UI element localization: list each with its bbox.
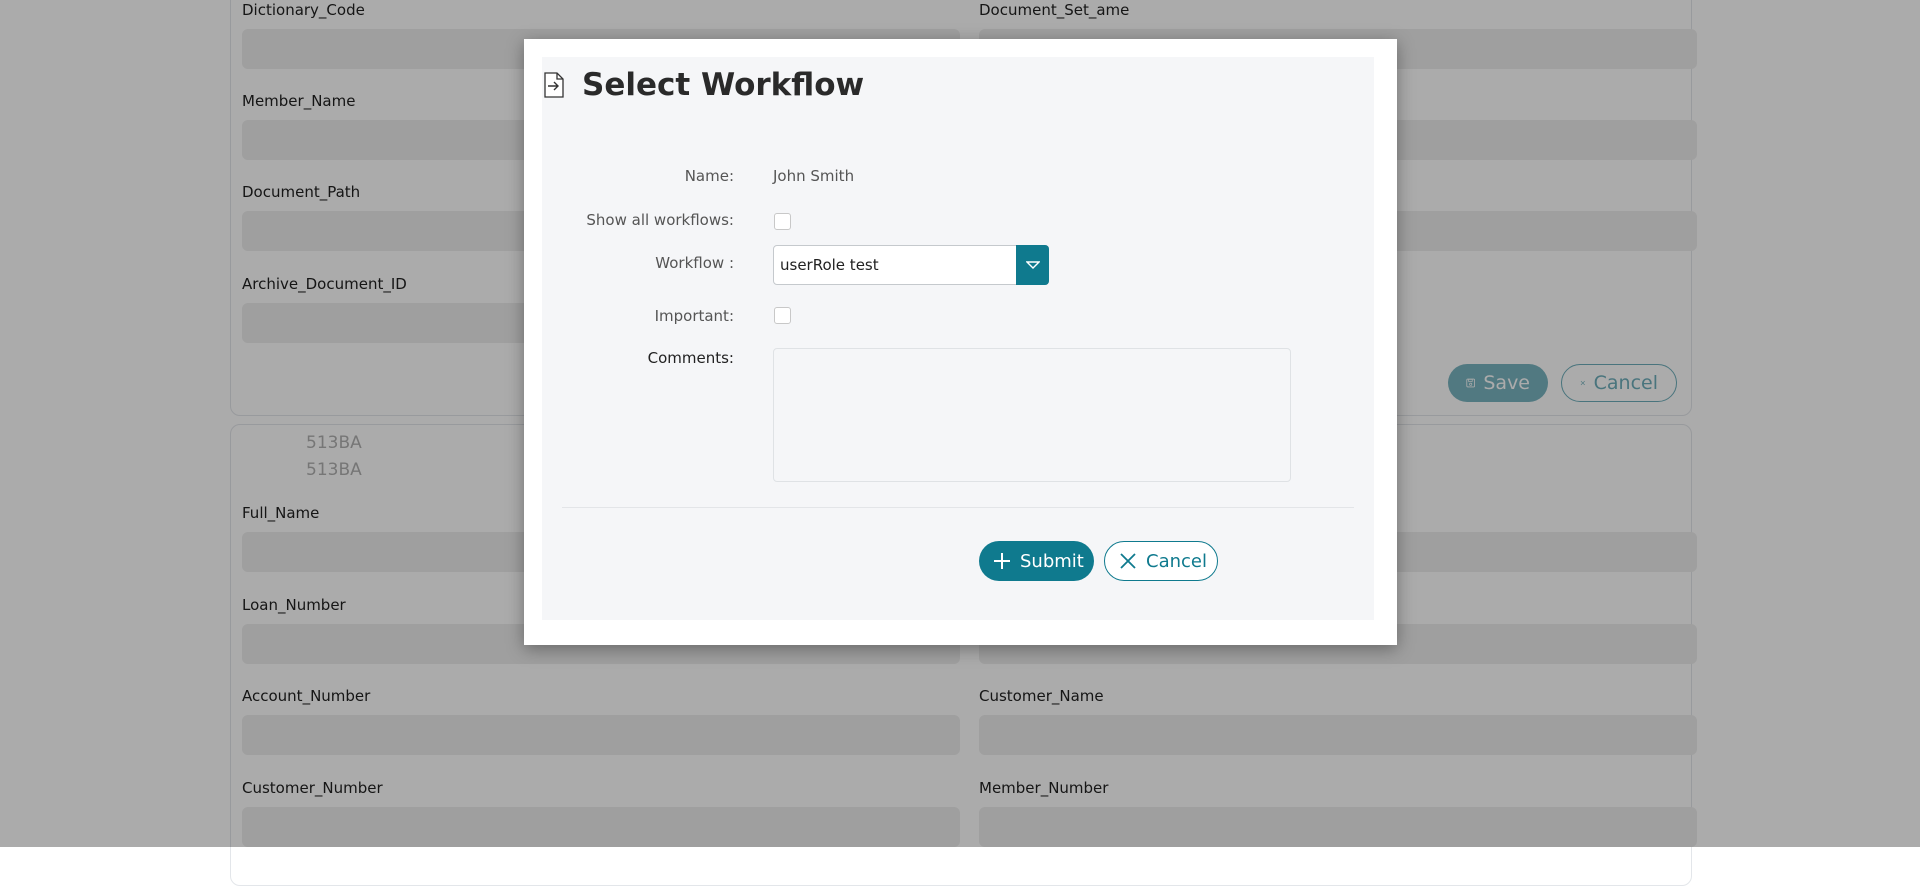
dialog-divider: [562, 507, 1354, 508]
workflow-selected-value: userRole test: [780, 256, 879, 274]
show-all-workflows-label: Show all workflows:: [586, 211, 734, 229]
submit-button[interactable]: Submit: [979, 541, 1094, 581]
cancel-label: Cancel: [1146, 550, 1207, 572]
name-label: Name:: [684, 167, 734, 185]
show-all-workflows-checkbox[interactable]: [774, 213, 791, 230]
submit-label: Submit: [1020, 550, 1084, 572]
select-workflow-dialog: Select Workflow Name: John Smith Show al…: [524, 39, 1397, 645]
dialog-title: Select Workflow: [582, 67, 865, 103]
important-label: Important:: [654, 307, 734, 325]
workflow-select[interactable]: userRole test: [773, 245, 1049, 285]
chevron-down-icon: [1025, 261, 1040, 269]
cancel-button[interactable]: Cancel: [1104, 541, 1218, 581]
name-value: John Smith: [773, 167, 855, 185]
workflow-label: Workflow :: [655, 254, 734, 272]
dialog-body: Select Workflow Name: John Smith Show al…: [542, 57, 1374, 620]
plus-icon: [994, 553, 1010, 569]
important-checkbox[interactable]: [774, 307, 791, 324]
comments-label: Comments:: [647, 349, 734, 367]
workflow-dropdown-button[interactable]: [1016, 245, 1049, 285]
close-icon: [1120, 553, 1136, 569]
comments-textarea[interactable]: [773, 348, 1291, 482]
document-arrow-icon: [544, 72, 564, 98]
